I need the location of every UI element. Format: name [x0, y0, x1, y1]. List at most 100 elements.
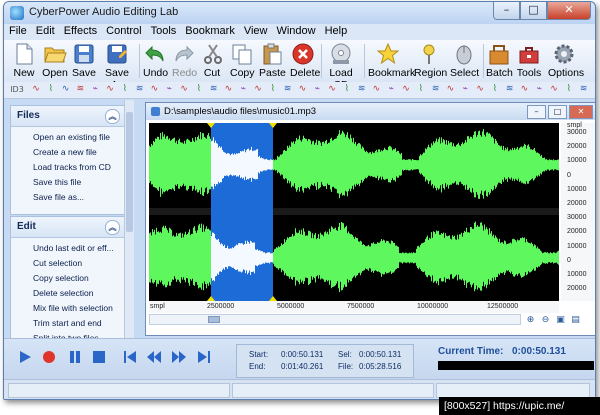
effect-button[interactable]: ∿ [178, 84, 190, 95]
effect-button[interactable]: ⌇ [341, 84, 353, 95]
task-copy-selection[interactable]: Copy selection [11, 268, 125, 283]
rewind-icon[interactable] [147, 350, 161, 364]
stop-icon[interactable] [92, 350, 106, 364]
menu-help[interactable]: Help [320, 24, 352, 37]
menu-control[interactable]: Control [101, 24, 145, 37]
select-button[interactable]: Select [450, 42, 479, 80]
maximize-button[interactable]: □ [520, 2, 547, 20]
effect-button[interactable]: ⌇ [563, 84, 575, 95]
redo-button[interactable]: Redo [172, 42, 197, 80]
task-cut-selection[interactable]: Cut selection [11, 253, 125, 268]
id3-button[interactable]: ID3 [9, 84, 25, 95]
effect-button[interactable]: ⌁ [385, 84, 397, 95]
effect-button[interactable]: ⌇ [267, 84, 279, 95]
effect-button[interactable]: ∿ [222, 84, 234, 95]
options-button[interactable]: Options [548, 42, 584, 80]
skip-to-start-icon[interactable] [123, 350, 137, 364]
zoom-selection-icon[interactable]: ▣ [554, 314, 567, 326]
app-icon[interactable] [10, 6, 24, 20]
effect-button[interactable]: ⌇ [489, 84, 501, 95]
menu-view[interactable]: View [239, 24, 272, 37]
task-open-existing-file[interactable]: Open an existing file [11, 127, 125, 142]
zoom-in-icon[interactable]: ⊕ [524, 314, 537, 326]
effect-button[interactable]: ∿ [30, 84, 42, 95]
effect-button[interactable]: ≋ [74, 84, 86, 95]
save-button[interactable]: Save [72, 42, 96, 80]
effect-button[interactable]: ≋ [134, 84, 146, 95]
task-mix-file[interactable]: Mix file with selection [11, 298, 125, 313]
horizontal-scrollbar[interactable] [149, 314, 521, 325]
effect-button[interactable]: ∿ [370, 84, 382, 95]
effect-button[interactable]: ∿ [60, 84, 72, 95]
task-load-tracks-cd[interactable]: Load tracks from CD [11, 157, 125, 172]
effect-button[interactable]: ⌁ [237, 84, 249, 95]
task-save-file[interactable]: Save this file [11, 172, 125, 187]
menu-tools[interactable]: Tools [146, 24, 181, 37]
effect-button[interactable]: ⌁ [533, 84, 545, 95]
paste-button[interactable]: Paste [259, 42, 286, 80]
play-icon[interactable] [18, 350, 32, 364]
effect-button[interactable]: ∿ [326, 84, 338, 95]
effect-button[interactable]: ≋ [208, 84, 220, 95]
fast-forward-icon[interactable] [172, 350, 186, 364]
undo-button[interactable]: Undo [143, 42, 168, 80]
skip-to-end-icon[interactable] [197, 350, 211, 364]
record-icon[interactable] [42, 350, 56, 364]
effect-button[interactable]: ⌇ [415, 84, 427, 95]
copy-button[interactable]: Copy [230, 42, 255, 80]
effect-button[interactable]: ∿ [548, 84, 560, 95]
sidebar-scroll-thumb[interactable] [126, 112, 133, 232]
effect-button[interactable]: ≋ [356, 84, 368, 95]
chevron-up-icon[interactable]: ︽ [105, 220, 120, 235]
tools-button[interactable]: Tools [516, 42, 542, 80]
effect-button[interactable]: ∿ [518, 84, 530, 95]
chevron-up-icon[interactable]: ︽ [105, 109, 120, 124]
effect-button[interactable]: ∿ [104, 84, 116, 95]
effect-button[interactable]: ⌁ [459, 84, 471, 95]
pause-icon[interactable] [68, 350, 82, 364]
effect-button[interactable]: ∿ [252, 84, 264, 95]
effect-button[interactable]: ∿ [296, 84, 308, 95]
document-title-bar[interactable]: D:\samples\audio files\music01.mp3 – □ ✕ [146, 103, 595, 120]
effect-button[interactable]: ⌇ [193, 84, 205, 95]
task-undo-last-edit[interactable]: Undo last edit or eff... [11, 238, 125, 253]
doc-close-button[interactable]: ✕ [569, 105, 593, 119]
effect-button[interactable]: ∿ [148, 84, 160, 95]
sidebar-scrollbar[interactable] [124, 100, 134, 342]
menu-bookmark[interactable]: Bookmark [180, 24, 239, 37]
task-trim[interactable]: Trim start and end [11, 313, 125, 328]
menu-file[interactable]: File [4, 24, 31, 37]
zoom-fit-icon[interactable]: ▤ [569, 314, 582, 326]
effect-button[interactable]: ∿ [474, 84, 486, 95]
effect-button[interactable]: ⌁ [89, 84, 101, 95]
open-button[interactable]: Open [42, 42, 68, 80]
effect-button[interactable]: ⌁ [163, 84, 175, 95]
edit-panel-header[interactable]: Edit ︽ [11, 217, 125, 238]
files-panel-header[interactable]: Files ︽ [11, 106, 125, 127]
title-bar[interactable]: CyberPower Audio Editing Lab – □ ✕ [4, 2, 595, 24]
minimize-button[interactable]: – [493, 2, 520, 20]
scroll-thumb[interactable] [208, 316, 220, 323]
effect-button[interactable]: ⌁ [311, 84, 323, 95]
batch-button[interactable]: Batch [486, 42, 513, 80]
load-cd-button[interactable]: Load CD [324, 42, 358, 91]
effect-button[interactable]: ⌇ [119, 84, 131, 95]
menu-effects[interactable]: Effects [59, 24, 101, 37]
close-button[interactable]: ✕ [547, 2, 591, 20]
doc-minimize-button[interactable]: – [527, 105, 546, 119]
bookmark-button[interactable]: Bookmark [368, 42, 415, 80]
effect-button[interactable]: ≋ [578, 84, 590, 95]
task-create-new-file[interactable]: Create a new file [11, 142, 125, 157]
region-button[interactable]: Region [414, 42, 447, 80]
task-delete-selection[interactable]: Delete selection [11, 283, 125, 298]
doc-maximize-button[interactable]: □ [548, 105, 567, 119]
effect-button[interactable]: ≋ [430, 84, 442, 95]
effect-button[interactable]: ≋ [282, 84, 294, 95]
menu-edit[interactable]: Edit [31, 24, 59, 37]
waveform-view[interactable] [149, 123, 559, 301]
new-button[interactable]: New [12, 42, 36, 80]
effect-button[interactable]: ≋ [504, 84, 516, 95]
cut-button[interactable]: Cut [201, 42, 223, 80]
task-save-file-as[interactable]: Save file as... [11, 187, 125, 202]
effect-button[interactable]: ∿ [400, 84, 412, 95]
